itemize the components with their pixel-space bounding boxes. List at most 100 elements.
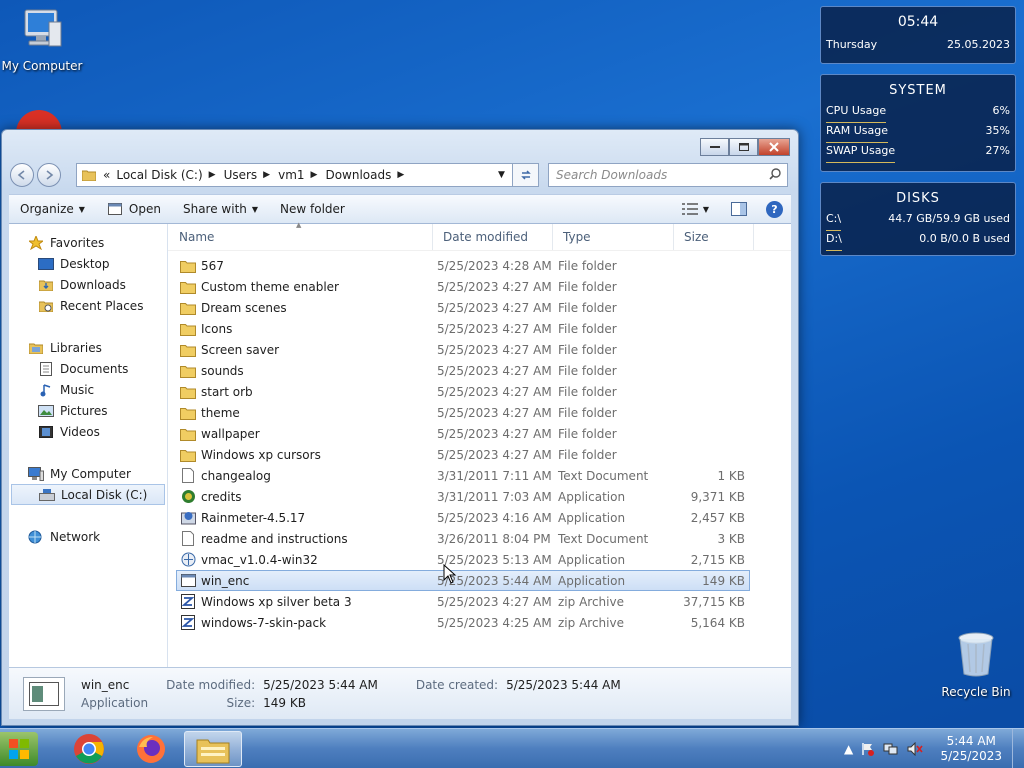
breadcrumb-separator-icon[interactable]: ▶ [263,170,270,180]
organize-menu-button[interactable]: Organize ▼ [9,195,96,223]
file-size: 1 KB [717,468,745,483]
zip-archive-icon [180,594,196,609]
share-with-button[interactable]: Share with ▼ [172,195,269,223]
file-type: File folder [558,279,617,294]
column-type-label: Type [563,230,591,244]
file-row[interactable]: Rainmeter-4.5.17 5/25/2023 4:16 AM Applica… [176,507,750,528]
breadcrumb-users[interactable]: Users [224,168,258,182]
file-name: Windows xp silver beta 3 [201,594,352,609]
start-button[interactable] [0,732,38,766]
column-header-date[interactable]: Date modified [433,224,553,250]
breadcrumb-separator-icon[interactable]: ▶ [209,170,216,180]
change-view-button[interactable]: ▼ [671,203,720,215]
file-row[interactable]: win_enc 5/25/2023 5:44 AM Application 149 K… [176,570,750,591]
file-date-modified: 5/25/2023 4:27 AM [437,384,552,399]
taskbar-clock-date: 5/25/2023 [940,749,1002,763]
taskbar-chrome-button[interactable] [60,731,118,767]
show-hidden-icons-button[interactable]: ▲ [844,742,853,756]
forward-button[interactable] [37,163,61,187]
nav-favorites[interactable]: Favorites [9,232,167,253]
nav-pictures[interactable]: Pictures [9,400,167,421]
installer-icon [180,510,196,525]
address-bar[interactable]: « Local Disk (C:) ▶ Users ▶ vm1 ▶ Downlo… [76,163,513,187]
search-box[interactable]: Search Downloads [548,163,788,187]
file-row[interactable]: Windows xp cursors 5/25/2023 4:27 AM File … [176,444,750,465]
file-name-cell: vmac_v1.0.4-win32 [177,552,434,567]
search-input[interactable]: Search Downloads [556,168,667,182]
details-file-name: win_enc [81,677,130,692]
file-row[interactable]: sounds 5/25/2023 4:27 AM File folder [176,360,750,381]
network-status-icon[interactable] [883,742,899,756]
nav-desktop[interactable]: Desktop [9,253,167,274]
file-row[interactable]: windows-7-skin-pack 5/25/2023 4:25 AM zip … [176,612,750,633]
breadcrumb-separator-icon[interactable]: ▶ [397,170,404,180]
desktop-my-computer-icon[interactable]: My Computer [0,8,84,73]
nav-local-disk-c[interactable]: Local Disk (C:) [11,484,165,505]
column-header-type[interactable]: Type [553,224,674,250]
file-row[interactable]: Icons 5/25/2023 4:27 AM File folder [176,318,750,339]
desktop-recycle-bin-icon[interactable]: Recycle Bin [934,630,1018,699]
window-caption-buttons [700,138,790,156]
action-center-flag-icon[interactable] [861,742,875,756]
taskbar-clock[interactable]: 5:44 AM 5/25/2023 [933,734,1009,764]
taskbar-explorer-button[interactable] [184,731,242,767]
file-row[interactable]: vmac_v1.0.4-win32 5/25/2023 5:13 AM Applic… [176,549,750,570]
file-row[interactable]: Dream scenes 5/25/2023 4:27 AM File folder [176,297,750,318]
file-row[interactable]: Windows xp silver beta 3 5/25/2023 4:27 A… [176,591,750,612]
mouse-cursor-icon [443,563,457,587]
back-button[interactable] [10,163,34,187]
file-row[interactable]: readme and instructions 3/26/2011 8:04 PM… [176,528,750,549]
taskbar-firefox-button[interactable] [122,731,180,767]
maximize-button[interactable] [729,138,758,156]
column-header-name[interactable]: ▲ Name [168,221,433,250]
file-date-modified: 3/31/2011 7:03 AM [437,489,552,504]
breadcrumb-local-disk[interactable]: Local Disk (C:) [116,168,202,182]
nav-network[interactable]: Network [9,526,167,547]
file-row[interactable]: wallpaper 5/25/2023 4:27 AM File folder [176,423,750,444]
close-button[interactable] [758,138,790,156]
help-icon[interactable]: ? [766,200,783,218]
nav-pictures-label: Pictures [60,403,108,418]
folder-icon [180,426,196,441]
address-dropdown-icon[interactable]: ▼ [498,170,512,180]
preview-pane-button[interactable] [720,202,758,216]
nav-recent-places[interactable]: Recent Places [9,295,167,316]
file-row[interactable]: start orb 5/25/2023 4:27 AM File folder [176,381,750,402]
taskbar: ▲ 5:44 AM 5/25/2023 [0,728,1024,768]
breadcrumb-vm1[interactable]: vm1 [278,168,304,182]
disks-widget: DISKS C:\ 44.7 GB/59.9 GB used D:\ 0.0 B/0… [820,182,1016,256]
disk-c-label: C:\ [826,211,842,231]
new-folder-button[interactable]: New folder [269,195,356,223]
file-row[interactable]: changealog 3/31/2011 7:11 AM Text Document… [176,465,750,486]
file-row[interactable]: 567 5/25/2023 4:28 AM File folder [176,255,750,276]
details-date-modified-label: Date modified: [166,677,256,692]
nav-music[interactable]: Music [9,379,167,400]
breadcrumb-separator-icon[interactable]: ▶ [311,170,318,180]
file-row[interactable]: Custom theme enabler 5/25/2023 4:27 AM Fil… [176,276,750,297]
file-row[interactable]: theme 5/25/2023 4:27 AM File folder [176,402,750,423]
nav-my-computer[interactable]: My Computer [9,463,167,484]
open-button[interactable]: Open [96,195,172,223]
explorer-window: « Local Disk (C:) ▶ Users ▶ vm1 ▶ Downlo… [1,129,799,726]
nav-videos[interactable]: Videos [9,421,167,442]
details-size-label: Size: [226,695,256,710]
breadcrumb-downloads[interactable]: Downloads [325,168,391,182]
show-desktop-button[interactable] [1012,729,1024,768]
file-name: Screen saver [201,342,280,357]
search-icon[interactable] [769,167,781,183]
file-name-cell: Dream scenes [177,300,434,315]
minimize-button[interactable] [700,138,729,156]
file-row[interactable]: credits 3/31/2011 7:03 AM Application 9,371… [176,486,750,507]
nav-libraries[interactable]: Libraries [9,337,167,358]
file-name-cell: wallpaper [177,426,434,441]
nav-downloads[interactable]: Downloads [9,274,167,295]
refresh-button[interactable] [513,163,539,187]
volume-muted-icon[interactable] [907,742,923,756]
nav-documents[interactable]: Documents [9,358,167,379]
documents-icon [38,361,54,376]
file-row[interactable]: Screen saver 5/25/2023 4:27 AM File folder [176,339,750,360]
folder-icon [180,300,196,315]
address-overflow-button[interactable]: « [103,168,110,182]
file-type: File folder [558,447,617,462]
column-header-size[interactable]: Size [674,224,754,250]
